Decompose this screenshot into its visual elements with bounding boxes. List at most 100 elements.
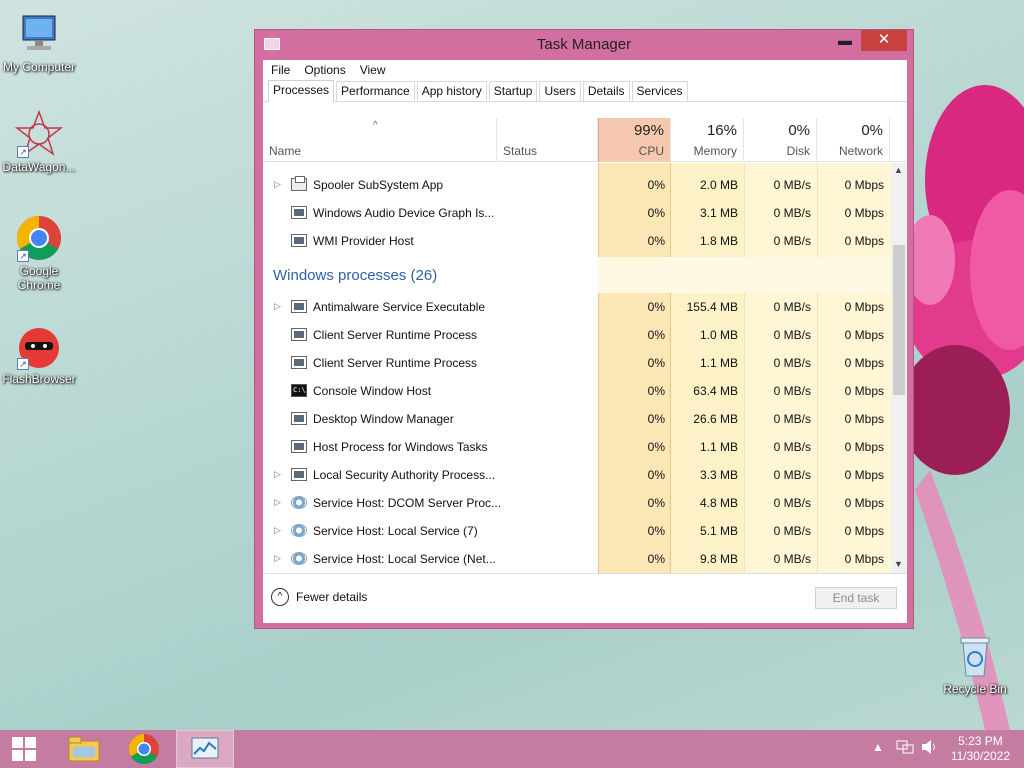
taskbar-task-manager[interactable]: [176, 730, 234, 768]
process-name: Antimalware Service Executable: [313, 300, 486, 314]
column-header-status[interactable]: Status: [497, 118, 598, 162]
process-cpu-value: 0%: [647, 328, 665, 342]
process-net-value: 0 Mbps: [844, 524, 884, 538]
process-net-value: 0 Mbps: [844, 178, 884, 192]
process-name: Service Host: Local Service (7): [313, 524, 478, 538]
process-name: WMI Provider Host: [313, 234, 414, 248]
process-cpu-value: 0%: [647, 206, 665, 220]
folder-icon: [68, 736, 100, 762]
window-icon: [291, 206, 307, 219]
tab-processes[interactable]: Processes: [268, 80, 335, 102]
taskbar-file-explorer[interactable]: [56, 730, 112, 768]
process-name: Service Host: DCOM Server Proc...: [313, 496, 502, 510]
process-net-value: 0 Mbps: [844, 206, 884, 220]
system-clock[interactable]: 5:23 PM 11/30/2022: [951, 734, 1010, 764]
process-disk-value: 0 MB/s: [773, 524, 811, 538]
expand-arrow-icon[interactable]: ▷: [274, 497, 281, 508]
desktop-icon-flashbrowser[interactable]: ↗ FlashBrowser: [0, 322, 78, 386]
start-button[interactable]: [0, 730, 48, 768]
window-icon: [291, 412, 307, 425]
process-row[interactable]: Desktop Window Manager 0% 26.6 MB 0 MB/s 0 M…: [263, 405, 891, 433]
desktop-icon-my-computer[interactable]: My Computer: [0, 10, 78, 74]
desktop-icon-datawagon[interactable]: ↗ DataWagon...: [0, 109, 78, 174]
column-header-name[interactable]: ^ Name: [263, 118, 497, 162]
close-button[interactable]: ✕: [861, 30, 907, 51]
window-client-area: File Options View Processes Performance …: [263, 60, 907, 623]
chrome-icon: [128, 734, 159, 765]
tab-app-history[interactable]: App history: [416, 81, 487, 101]
process-disk-value: 0 MB/s: [773, 300, 811, 314]
title-bar[interactable]: Task Manager ▬ ✕: [255, 30, 913, 60]
column-header-disk[interactable]: 0% Disk: [744, 118, 817, 162]
process-row[interactable]: Client Server Runtime Process 0% 1.1 MB 0 M…: [263, 349, 891, 377]
column-header-memory[interactable]: 16% Memory: [671, 118, 744, 162]
process-mem-value: 1.8 MB: [699, 234, 738, 248]
menu-file[interactable]: File: [271, 63, 298, 77]
window-icon: [291, 356, 307, 369]
printer-icon: [291, 176, 307, 191]
process-cpu-value: 0%: [647, 524, 665, 538]
process-row[interactable]: WMI Provider Host 0% 1.8 MB 0 MB/s 0 Mbps: [263, 227, 891, 255]
expand-arrow-icon[interactable]: ▷: [274, 301, 281, 312]
process-name: Host Process for Windows Tasks: [313, 440, 488, 454]
show-hidden-icons-button[interactable]: ▲: [872, 740, 884, 768]
tab-details[interactable]: Details: [582, 81, 630, 101]
volume-icon[interactable]: [920, 739, 938, 768]
process-mem-value: 4.8 MB: [699, 496, 738, 510]
desktop-icon-google-chrome[interactable]: ↗ Google Chrome: [0, 214, 78, 292]
menu-options[interactable]: Options: [304, 63, 353, 77]
process-row[interactable]: ▷ Spooler SubSystem App 0% 2.0 MB 0 MB/s 0 Mb…: [263, 171, 891, 199]
column-header-network[interactable]: 0% Network: [817, 118, 890, 162]
expand-arrow-icon[interactable]: ▷: [274, 469, 281, 480]
process-list: Windows processes (26) ▷ Spooler SubSyste…: [263, 163, 891, 573]
group-title-windows-processes[interactable]: Windows processes (26): [273, 267, 437, 284]
wmi-icon: [291, 234, 307, 247]
process-net-value: 0 Mbps: [844, 468, 884, 482]
tab-services[interactable]: Services: [631, 81, 688, 101]
process-cpu-value: 0%: [647, 440, 665, 454]
process-disk-value: 0 MB/s: [773, 328, 811, 342]
vertical-scrollbar[interactable]: ▲ ▼: [891, 163, 907, 573]
taskbar-chrome[interactable]: [116, 730, 172, 768]
process-disk-value: 0 MB/s: [773, 178, 811, 192]
scroll-down-arrow-icon[interactable]: ▼: [894, 559, 903, 569]
group-header-band: [598, 257, 891, 293]
tab-performance[interactable]: Performance: [336, 81, 415, 101]
column-header-cpu[interactable]: 99% CPU: [598, 118, 671, 162]
process-mem-value: 1.0 MB: [699, 328, 738, 342]
process-row[interactable]: ▷ Service Host: Local Service (7) 0% 5.1 MB…: [263, 517, 891, 545]
computer-icon: [15, 10, 63, 58]
tab-startup[interactable]: Startup: [488, 81, 538, 101]
process-row[interactable]: ▷ Service Host: Local Service (Net... 0% 9.…: [263, 545, 891, 573]
process-row[interactable]: Windows Audio Device Graph Is... 0% 3.1 MB…: [263, 199, 891, 227]
shortcut-arrow-icon: ↗: [17, 250, 29, 262]
process-disk-value: 0 MB/s: [773, 234, 811, 248]
network-icon[interactable]: [896, 739, 914, 768]
maximize-button[interactable]: [836, 30, 864, 51]
process-row[interactable]: ▷ Antimalware Service Executable 0% 155.4 M…: [263, 293, 891, 321]
process-row[interactable]: Console Window Host 0% 63.4 MB 0 MB/s 0 Mbps: [263, 377, 891, 405]
tab-users[interactable]: Users: [539, 81, 581, 101]
shortcut-arrow-icon: ↗: [17, 358, 29, 370]
process-net-value: 0 Mbps: [844, 440, 884, 454]
scroll-up-arrow-icon[interactable]: ▲: [894, 165, 903, 175]
process-row[interactable]: ▷ Service Host: DCOM Server Proc... 0% 4.8 …: [263, 489, 891, 517]
recycle-bin-icon: [951, 632, 999, 680]
process-row[interactable]: Client Server Runtime Process 0% 1.0 MB 0 M…: [263, 321, 891, 349]
process-row[interactable]: ▷ Local Security Authority Process... 0% 3.…: [263, 461, 891, 489]
expand-arrow-icon[interactable]: ▷: [274, 525, 281, 536]
process-mem-value: 26.6 MB: [693, 412, 738, 426]
windows-logo-icon: [12, 737, 36, 761]
process-net-value: 0 Mbps: [844, 300, 884, 314]
fewer-details-button[interactable]: ^ Fewer details: [271, 588, 367, 606]
clock-date: 11/30/2022: [950, 749, 1010, 763]
process-cpu-value: 0%: [647, 300, 665, 314]
end-task-button[interactable]: End task: [815, 587, 897, 609]
expand-arrow-icon[interactable]: ▷: [274, 179, 281, 190]
menu-view[interactable]: View: [360, 63, 394, 77]
desktop-icon-recycle-bin[interactable]: Recycle Bin: [936, 632, 1014, 696]
expand-arrow-icon[interactable]: ▷: [274, 553, 281, 564]
scrollbar-thumb[interactable]: [893, 245, 905, 395]
process-row[interactable]: Host Process for Windows Tasks 0% 1.1 MB 0 …: [263, 433, 891, 461]
process-cpu-value: 0%: [647, 178, 665, 192]
